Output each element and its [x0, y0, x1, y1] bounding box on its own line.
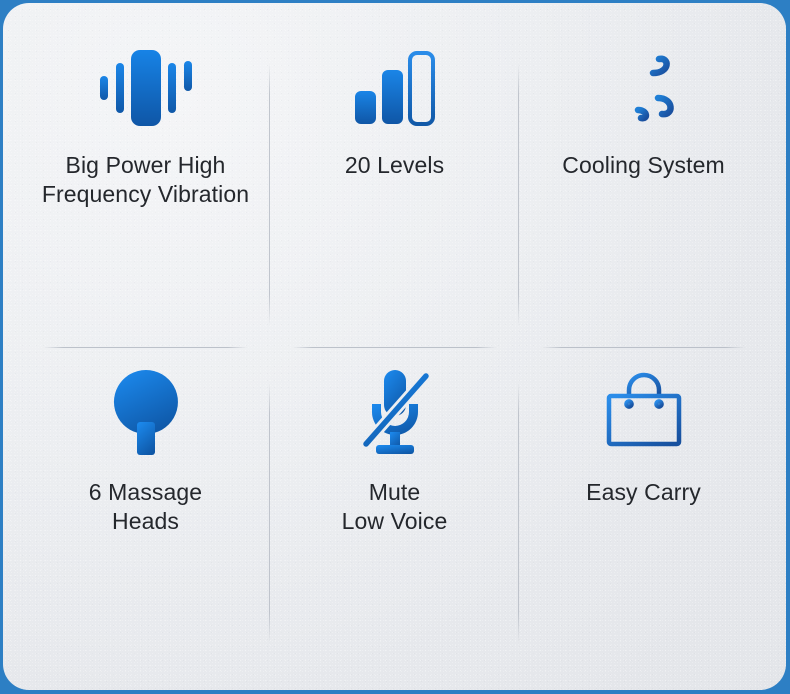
- feature-item-vibration: Big Power High Frequency Vibration: [21, 29, 270, 348]
- levels-bars-icon: [353, 29, 437, 147]
- feature-label: 20 Levels: [344, 152, 445, 178]
- feature-label: Big Power High Frequency Vibration: [41, 152, 250, 208]
- feature-item-easy-carry: Easy Carry: [519, 348, 768, 667]
- feature-item-massage-heads: 6 Massage Heads: [21, 348, 270, 667]
- carry-bag-icon: [600, 348, 688, 476]
- massage-head-icon: [106, 348, 186, 476]
- feature-label: Easy Carry: [586, 478, 701, 505]
- feature-label: 6 Massage Heads: [88, 478, 203, 534]
- product-feature-banner: Big Power High Frequency Vibration 20 Le…: [0, 0, 790, 694]
- feature-item-cooling: Cooling System: [519, 29, 768, 348]
- mute-microphone-icon: [354, 348, 436, 476]
- feature-label: Mute Low Voice: [341, 478, 448, 534]
- feature-item-mute: Mute Low Voice: [270, 348, 519, 667]
- feature-panel: Big Power High Frequency Vibration 20 Le…: [3, 3, 786, 690]
- feature-label: Cooling System: [562, 152, 725, 178]
- cooling-wind-icon: [598, 29, 690, 147]
- feature-grid: Big Power High Frequency Vibration 20 Le…: [3, 3, 786, 690]
- feature-item-levels: 20 Levels: [270, 29, 519, 348]
- vibration-icon: [91, 29, 201, 147]
